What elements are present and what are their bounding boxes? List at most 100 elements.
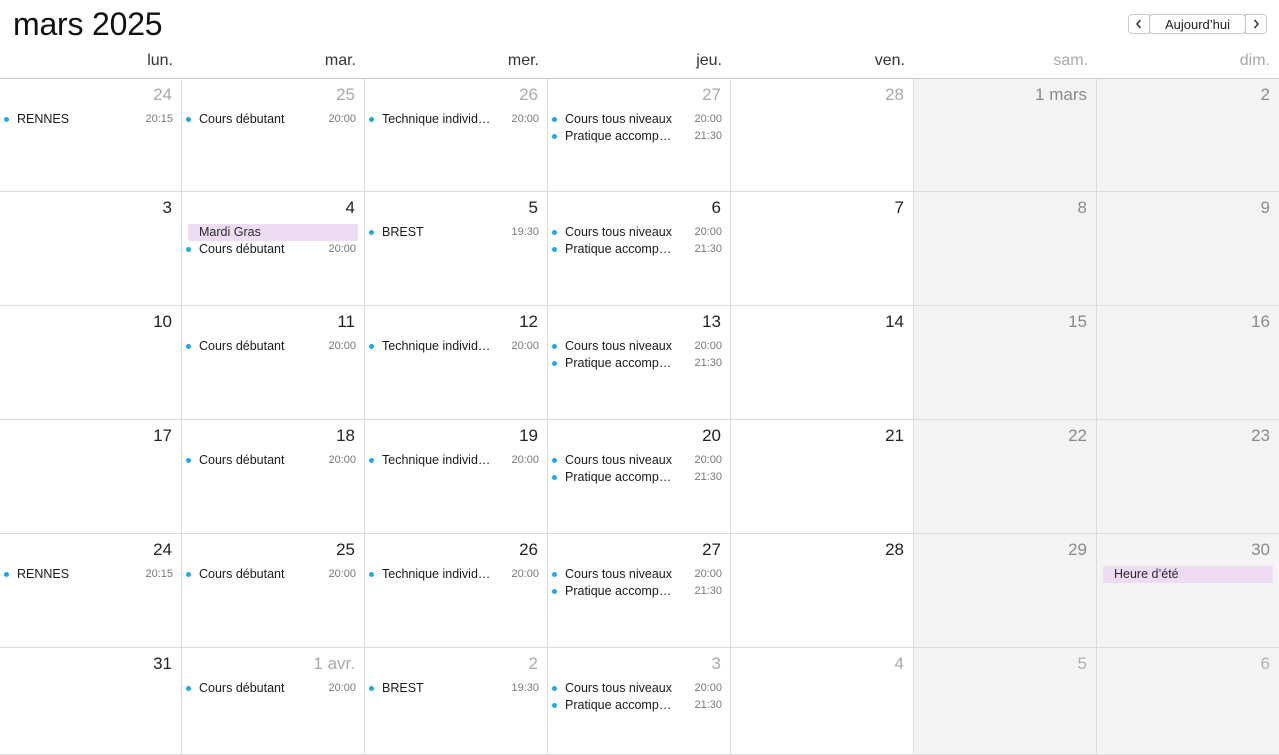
all-day-event[interactable]: Heure d’été bbox=[1103, 566, 1273, 583]
day-cell[interactable]: 26 Technique individuelle 20:00 bbox=[365, 534, 548, 648]
day-cell[interactable]: 20 Cours tous niveaux 20:00 Pratique accomp… bbox=[548, 420, 731, 534]
day-cell[interactable]: 24 RENNES 20:15 bbox=[0, 534, 182, 648]
day-cell[interactable]: 7 bbox=[731, 192, 914, 306]
day-cell[interactable]: 25 Cours débutant 20:00 bbox=[182, 534, 365, 648]
event-time: 20:15 bbox=[145, 568, 173, 580]
day-cell[interactable]: 9 bbox=[1097, 192, 1279, 306]
calendar-event[interactable]: Pratique accompagnée 21:30 bbox=[552, 469, 724, 486]
event-title: Cours débutant bbox=[199, 112, 285, 126]
calendar-event[interactable]: Pratique accompagnée 21:30 bbox=[552, 697, 724, 714]
event-time: 20:00 bbox=[694, 226, 722, 238]
day-cell[interactable]: 6 Cours tous niveaux 20:00 Pratique accompa… bbox=[548, 192, 731, 306]
all-day-event[interactable]: Mardi Gras bbox=[188, 224, 358, 241]
day-cell[interactable]: 19 Technique individuelle 20:00 bbox=[365, 420, 548, 534]
day-cell[interactable]: 23 bbox=[1097, 420, 1279, 534]
day-number: 2 bbox=[528, 654, 538, 673]
event-title: Pratique accompagnée bbox=[565, 698, 674, 712]
calendar-event[interactable]: BREST 19:30 bbox=[369, 224, 541, 241]
day-cell[interactable]: 16 bbox=[1097, 306, 1279, 420]
day-cell[interactable]: 13 Cours tous niveaux 20:00 Pratique accomp… bbox=[548, 306, 731, 420]
day-cell[interactable]: 31 bbox=[0, 648, 182, 755]
calendar-event[interactable]: Cours débutant 20:00 bbox=[186, 111, 358, 128]
day-cell[interactable]: 17 bbox=[0, 420, 182, 534]
event-title: Heure d’été bbox=[1114, 567, 1179, 581]
day-cell[interactable]: 14 bbox=[731, 306, 914, 420]
day-cell[interactable]: 27 Cours tous niveaux 20:00 Pratique accomp… bbox=[548, 534, 731, 648]
day-number: 24 bbox=[153, 85, 172, 104]
calendar-event[interactable]: Cours tous niveaux 20:00 bbox=[552, 452, 724, 469]
calendar-event[interactable]: Technique individuelle 20:00 bbox=[369, 338, 541, 355]
day-number: 26 bbox=[519, 85, 538, 104]
day-cell[interactable]: 8 bbox=[914, 192, 1097, 306]
day-events: Cours tous niveaux 20:00 Pratique accompag… bbox=[548, 452, 730, 486]
day-cell[interactable]: 5 bbox=[914, 648, 1097, 755]
day-cell[interactable]: 6 bbox=[1097, 648, 1279, 755]
chevron-left-icon bbox=[1136, 19, 1142, 29]
calendar-event[interactable]: Cours tous niveaux 20:00 bbox=[552, 338, 724, 355]
weekday-label: mar. bbox=[324, 52, 356, 69]
calendar-event[interactable]: Cours tous niveaux 20:00 bbox=[552, 111, 724, 128]
next-month-button[interactable] bbox=[1245, 14, 1267, 34]
event-title: BREST bbox=[382, 225, 424, 239]
day-cell[interactable]: 28 bbox=[731, 79, 914, 192]
calendar-event[interactable]: Cours débutant 20:00 bbox=[186, 566, 358, 583]
day-events: RENNES 20:15 bbox=[0, 111, 181, 128]
day-cell[interactable]: 25 Cours débutant 20:00 bbox=[182, 79, 365, 192]
calendar-event[interactable]: Technique individuelle 20:00 bbox=[369, 111, 541, 128]
day-cell[interactable]: 30 Heure d’été bbox=[1097, 534, 1279, 648]
day-cell[interactable]: 24 RENNES 20:15 bbox=[0, 79, 182, 192]
calendar-event[interactable]: Technique individuelle 20:00 bbox=[369, 566, 541, 583]
day-events: Technique individuelle 20:00 bbox=[365, 566, 547, 583]
day-cell[interactable]: 15 bbox=[914, 306, 1097, 420]
day-cell[interactable]: 12 Technique individuelle 20:00 bbox=[365, 306, 548, 420]
day-number: 11 bbox=[337, 312, 355, 331]
day-cell[interactable]: 22 bbox=[914, 420, 1097, 534]
calendar-event[interactable]: Cours débutant 20:00 bbox=[186, 680, 358, 697]
calendar-event[interactable]: Pratique accompagnée 21:30 bbox=[552, 241, 724, 258]
day-cell[interactable]: 28 bbox=[731, 534, 914, 648]
event-time: 20:00 bbox=[328, 243, 356, 255]
event-time: 20:15 bbox=[145, 113, 173, 125]
day-cell[interactable]: 1 mars bbox=[914, 79, 1097, 192]
event-time: 20:00 bbox=[694, 340, 722, 352]
day-cell[interactable]: 18 Cours débutant 20:00 bbox=[182, 420, 365, 534]
event-time: 20:00 bbox=[328, 682, 356, 694]
day-number: 29 bbox=[1068, 540, 1087, 559]
event-time: 21:30 bbox=[694, 243, 722, 255]
previous-month-button[interactable] bbox=[1128, 14, 1150, 34]
day-cell[interactable]: 21 bbox=[731, 420, 914, 534]
day-cell[interactable]: 4 bbox=[731, 648, 914, 755]
calendar-event[interactable]: Cours tous niveaux 20:00 bbox=[552, 224, 724, 241]
calendar-event[interactable]: Cours tous niveaux 20:00 bbox=[552, 566, 724, 583]
event-time: 21:30 bbox=[694, 471, 722, 483]
day-cell[interactable]: 26 Technique individuelle 20:00 bbox=[365, 79, 548, 192]
calendar-event[interactable]: Cours débutant 20:00 bbox=[186, 338, 358, 355]
day-number: 8 bbox=[1077, 198, 1087, 217]
day-cell[interactable]: 29 bbox=[914, 534, 1097, 648]
calendar-event[interactable]: BREST 19:30 bbox=[369, 680, 541, 697]
calendar-event[interactable]: Cours débutant 20:00 bbox=[186, 452, 358, 469]
calendar-event[interactable]: Cours tous niveaux 20:00 bbox=[552, 680, 724, 697]
day-cell[interactable]: 4 Mardi Gras Cours débutant 20:00 bbox=[182, 192, 365, 306]
calendar-event[interactable]: Cours débutant 20:00 bbox=[186, 241, 358, 258]
calendar-event[interactable]: Pratique accompagnée 21:30 bbox=[552, 583, 724, 600]
calendar-event[interactable]: Technique individuelle 20:00 bbox=[369, 452, 541, 469]
day-cell[interactable]: 5 BREST 19:30 bbox=[365, 192, 548, 306]
day-number: 14 bbox=[885, 312, 904, 331]
day-cell[interactable]: 3 Cours tous niveaux 20:00 Pratique accompa… bbox=[548, 648, 731, 755]
calendar-event[interactable]: Pratique accompagnée 21:30 bbox=[552, 128, 724, 145]
day-cell[interactable]: 10 bbox=[0, 306, 182, 420]
event-time: 20:00 bbox=[328, 113, 356, 125]
calendar-event[interactable]: Pratique accompagnée 21:30 bbox=[552, 355, 724, 372]
day-cell[interactable]: 3 bbox=[0, 192, 182, 306]
day-cell[interactable]: 1 avr. Cours débutant 20:00 bbox=[182, 648, 365, 755]
calendar-event[interactable]: RENNES 20:15 bbox=[4, 111, 175, 128]
calendar-event[interactable]: RENNES 20:15 bbox=[4, 566, 175, 583]
day-cell[interactable]: 2 BREST 19:30 bbox=[365, 648, 548, 755]
event-title: Cours débutant bbox=[199, 339, 285, 353]
day-cell[interactable]: 2 bbox=[1097, 79, 1279, 192]
day-cell[interactable]: 27 Cours tous niveaux 20:00 Pratique accomp… bbox=[548, 79, 731, 192]
today-button[interactable]: Aujourd’hui bbox=[1149, 14, 1246, 34]
day-cell[interactable]: 11 Cours débutant 20:00 bbox=[182, 306, 365, 420]
day-events: Technique individuelle 20:00 bbox=[365, 452, 547, 469]
